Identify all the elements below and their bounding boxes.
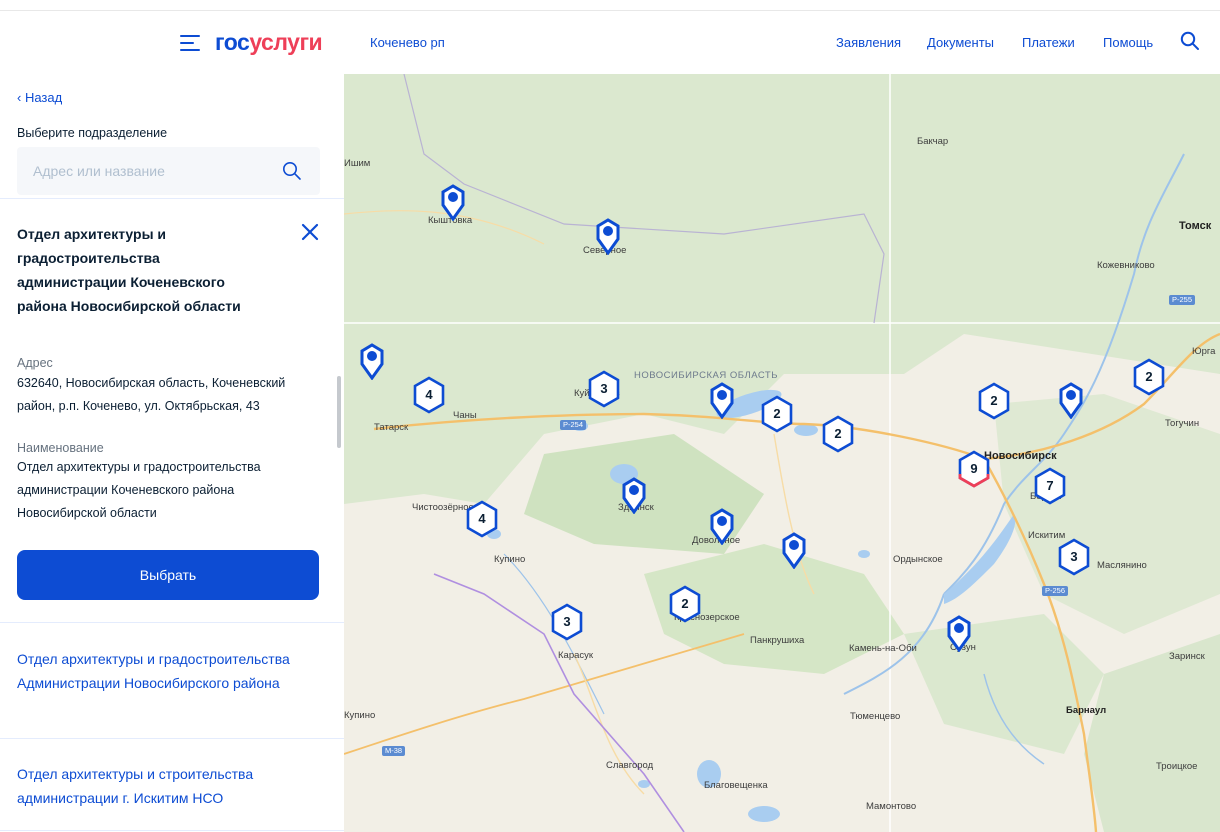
nav-payments[interactable]: Платежи [1022, 35, 1075, 50]
region-label: НОВОСИБИРСКАЯ ОБЛАСТЬ [634, 370, 778, 381]
map-cluster[interactable]: 2 [977, 382, 1011, 420]
map-label: Троицкое [1156, 761, 1198, 772]
cluster-count: 3 [563, 614, 571, 629]
map-label: Ордынское [893, 554, 943, 565]
cluster-count: 3 [600, 381, 608, 396]
map-cluster-selected[interactable]: 9 [957, 450, 991, 488]
cluster-count: 2 [990, 393, 998, 408]
divider [0, 622, 344, 623]
map-label: Кожевниково [1097, 260, 1155, 271]
map-label: Томск [1179, 220, 1212, 232]
divider [0, 738, 344, 739]
name-value: Отдел архитектуры и градостроительства а… [17, 460, 261, 520]
selected-department-title: Отдел архитектуры и градостроительства а… [17, 226, 241, 314]
map-cluster[interactable]: 3 [550, 603, 584, 641]
map-cluster[interactable]: 4 [412, 376, 446, 414]
location-selector[interactable]: Коченево рп [370, 35, 445, 50]
location-pin-icon[interactable] [359, 342, 385, 380]
map-label: Чаны [453, 410, 477, 421]
map-cluster[interactable]: 7 [1033, 467, 1067, 505]
map-label: Маслянино [1097, 560, 1147, 571]
divider [0, 198, 344, 199]
road-shield: Р-255 [1169, 295, 1196, 305]
map-cluster[interactable]: 3 [587, 370, 621, 408]
location-pin-icon[interactable] [709, 381, 735, 419]
logo-part-gos: гос [215, 29, 250, 55]
menu-icon[interactable] [180, 35, 202, 51]
map-label: Купино [494, 554, 526, 565]
map-label: Новосибирск [984, 450, 1057, 462]
scrollbar[interactable] [337, 376, 341, 448]
cluster-count: 2 [834, 426, 842, 441]
map-cluster[interactable]: 2 [821, 415, 855, 453]
panel-subtitle: Выберите подразделение [17, 126, 168, 140]
location-pin-icon[interactable] [946, 614, 972, 652]
address-label: Адрес [17, 356, 53, 370]
nav-documents[interactable]: Документы [927, 35, 994, 50]
map-label: Юрга [1192, 346, 1216, 357]
location-pin-icon[interactable] [440, 183, 466, 221]
map-label: Карасук [558, 650, 594, 661]
map-terrain [344, 74, 1220, 832]
map-cluster[interactable]: 2 [760, 395, 794, 433]
map-label: Ишим [344, 158, 371, 169]
nav-help[interactable]: Помощь [1103, 35, 1153, 50]
cluster-count: 3 [1070, 549, 1078, 564]
search-icon[interactable] [1180, 31, 1200, 51]
cluster-count: 9 [970, 461, 978, 476]
cluster-count: 2 [1145, 369, 1153, 384]
map-label: Тюменцево [850, 711, 901, 722]
name-label: Наименование [17, 441, 104, 455]
nav-applications[interactable]: Заявления [836, 35, 901, 50]
divider [0, 830, 344, 831]
map-cluster[interactable]: 2 [1132, 358, 1166, 396]
map[interactable]: Бакчар Томск Кожевниково Юрга Тогучин Но… [344, 74, 1220, 832]
map-label: Заринск [1169, 651, 1205, 662]
road-shield: М-38 [382, 746, 406, 756]
back-link[interactable]: ‹ Назад [17, 90, 62, 105]
logo-part-uslugi: услуги [249, 29, 323, 55]
address-value: 632640, Новосибирская область, Коченевск… [17, 376, 286, 413]
department-search [17, 147, 320, 195]
map-label: Благовещенка [704, 780, 768, 791]
search-icon[interactable] [282, 161, 302, 181]
department-search-input[interactable] [17, 147, 267, 195]
road-shield: Р-256 [1042, 586, 1069, 596]
map-cluster[interactable]: 4 [465, 500, 499, 538]
location-pin-icon[interactable] [595, 217, 621, 255]
map-label: Тогучин [1165, 418, 1200, 429]
choose-button[interactable]: Выбрать [17, 550, 319, 600]
map-cluster[interactable]: 2 [668, 585, 702, 623]
location-pin-icon[interactable] [781, 531, 807, 569]
map-cluster[interactable]: 3 [1057, 538, 1091, 576]
department-panel: ‹ Назад Выберите подразделение Отдел арх… [0, 74, 344, 832]
map-label: Славгород [606, 760, 654, 771]
road-shield: Р-254 [560, 420, 587, 430]
list-item[interactable]: Отдел архитектуры и строительства админи… [17, 762, 317, 810]
map-label: Мамонтово [866, 801, 917, 812]
cluster-count: 2 [773, 406, 781, 421]
location-pin-icon[interactable] [621, 476, 647, 514]
map-label: Купино [344, 710, 376, 721]
cluster-count: 4 [478, 511, 486, 526]
map-label: Панкрушиха [750, 635, 805, 646]
cluster-count: 2 [681, 596, 689, 611]
close-icon[interactable] [298, 220, 322, 244]
top-header: госуслуги Коченево рп Заявления Документ… [0, 10, 1220, 74]
location-pin-icon[interactable] [709, 507, 735, 545]
cluster-count: 7 [1046, 478, 1054, 493]
cluster-count: 4 [425, 387, 433, 402]
map-label: Барнаул [1066, 705, 1107, 716]
map-label: Татарск [374, 422, 409, 433]
map-label: Бакчар [917, 136, 949, 147]
map-label: Камень-на-Оби [849, 643, 917, 654]
location-pin-icon[interactable] [1058, 381, 1084, 419]
gosuslugi-logo[interactable]: госуслуги [215, 29, 323, 56]
list-item[interactable]: Отдел архитектуры и градостроительства А… [17, 647, 317, 695]
